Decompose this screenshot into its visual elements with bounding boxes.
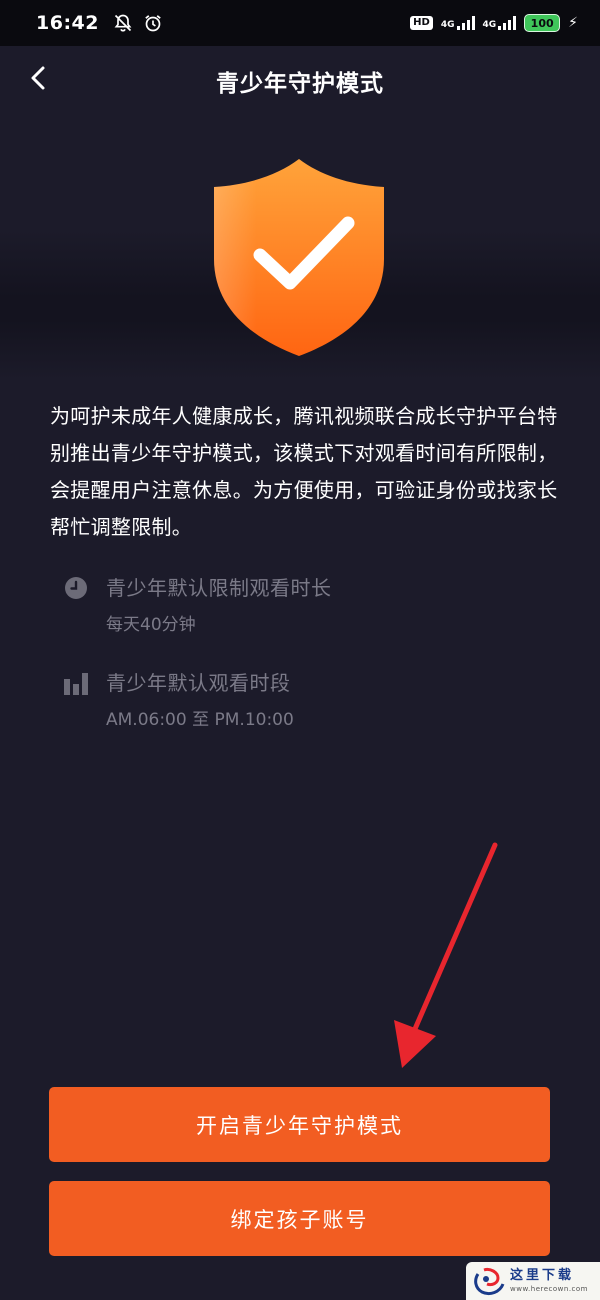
- info-subtitle: AM.06:00 至 PM.10:00: [106, 710, 294, 730]
- net-label-1: 4G: [440, 20, 455, 30]
- info-subtitle: 每天40分钟: [106, 615, 196, 635]
- watermark-logo-icon: [474, 1268, 505, 1296]
- signal-bars-icon: [456, 16, 475, 30]
- signal-sim2: 4G: [483, 16, 517, 30]
- watermark: 这里下载 www.herecown.com: [466, 1262, 600, 1300]
- page-title: 青少年守护模式: [216, 71, 384, 97]
- net-label-2: 4G: [482, 20, 497, 30]
- alarm-clock-icon: [145, 15, 161, 32]
- signal-sim1: 4G: [441, 16, 475, 30]
- bar-chart-icon: [64, 673, 88, 695]
- status-right-icons: HD 4G 4G 100 ⚡: [410, 14, 578, 32]
- charging-icon: ⚡: [568, 15, 578, 31]
- description-text: 为呵护未成年人健康成长，腾讯视频联合成长守护平台特别推出青少年守护模式，该模式下…: [50, 404, 558, 539]
- teen-mode-page: 16:42 HD 4G 4G 100 ⚡ 青少年守护模式 为呵护未成年人健康成长…: [0, 0, 600, 1300]
- status-bar: 16:42 HD 4G 4G 100 ⚡: [0, 0, 600, 46]
- shield-check-icon: [208, 155, 390, 360]
- bind-child-account-button[interactable]: 绑定孩子账号: [49, 1181, 550, 1256]
- watermark-cn: 这里下载: [510, 1268, 575, 1283]
- hd-badge: HD: [410, 16, 433, 30]
- bell-off-icon: [114, 14, 132, 32]
- enable-teen-mode-button[interactable]: 开启青少年守护模式: [49, 1087, 550, 1162]
- watermark-url: www.herecown.com: [510, 1285, 588, 1293]
- signal-bars-icon: [498, 16, 517, 30]
- watermark-text: 这里下载 www.herecown.com: [510, 1268, 588, 1294]
- info-title: 青少年默认限制观看时长: [106, 576, 332, 600]
- info-title: 青少年默认观看时段: [106, 671, 291, 695]
- status-time: 16:42: [36, 12, 99, 34]
- battery-icon: 100: [524, 14, 561, 32]
- header: 青少年守护模式: [0, 46, 600, 112]
- clock-icon: [65, 577, 87, 599]
- annotation-arrow-icon: [394, 842, 498, 1068]
- status-left-icons: [113, 13, 163, 33]
